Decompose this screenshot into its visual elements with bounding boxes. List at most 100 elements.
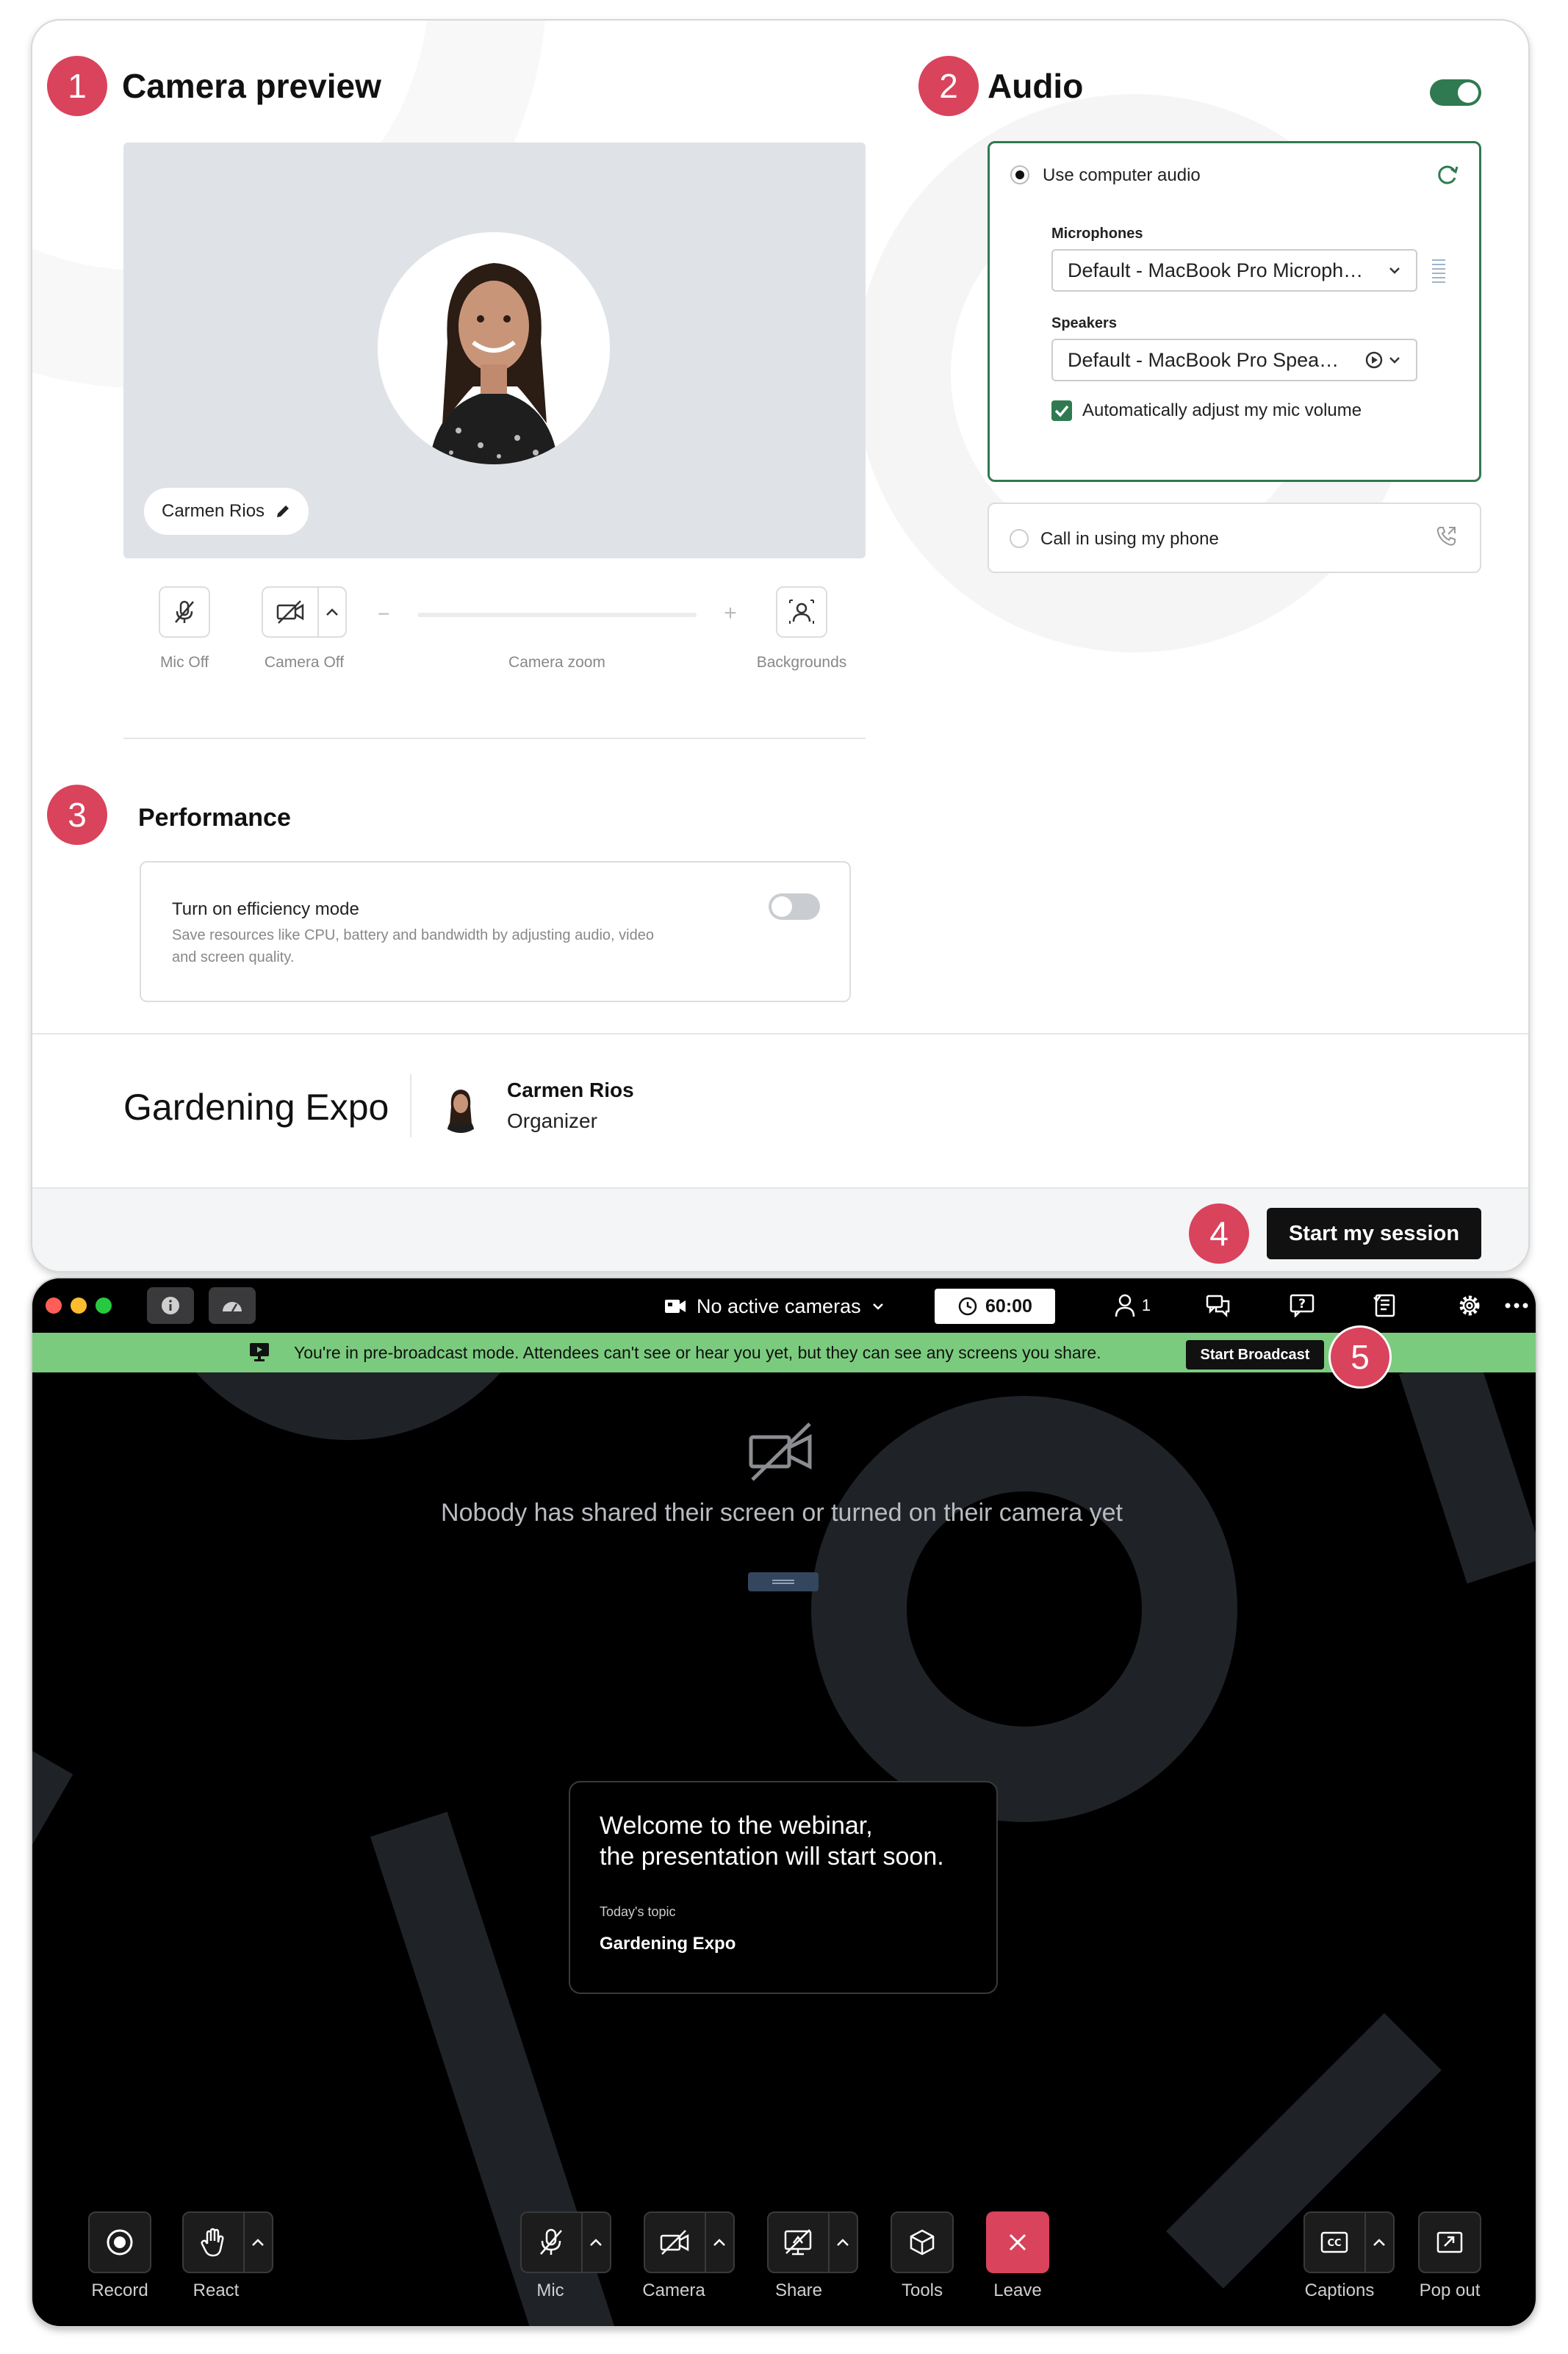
chat-button[interactable] bbox=[1195, 1287, 1242, 1324]
info-button[interactable] bbox=[147, 1287, 194, 1324]
camera-zoom-label: Camera zoom bbox=[508, 654, 605, 671]
cameras-dropdown[interactable]: No active cameras bbox=[664, 1289, 885, 1324]
camera-zoom-slider[interactable] bbox=[417, 613, 697, 617]
camera-options-caret[interactable] bbox=[317, 588, 345, 636]
camera-icon bbox=[665, 1300, 686, 1313]
cube-icon bbox=[910, 2229, 935, 2256]
pencil-icon[interactable] bbox=[275, 503, 291, 519]
camera-button[interactable] bbox=[645, 2213, 705, 2272]
mic-options-caret[interactable] bbox=[580, 2213, 610, 2272]
call-in-card[interactable]: Call in using my phone bbox=[988, 503, 1481, 573]
chat-icon bbox=[1206, 1295, 1230, 1317]
step-badge-3: 3 bbox=[47, 785, 107, 845]
computer-audio-label: Use computer audio bbox=[1043, 165, 1201, 185]
settings-button[interactable] bbox=[1446, 1287, 1493, 1324]
avatar bbox=[378, 232, 610, 464]
leave-label: Leave bbox=[993, 2281, 1042, 2300]
question-icon: ? bbox=[1290, 1294, 1315, 1317]
chevron-down-icon bbox=[1389, 357, 1400, 364]
backgrounds-icon bbox=[789, 600, 814, 624]
toggle-knob bbox=[772, 896, 792, 917]
phone-icon bbox=[1434, 525, 1458, 548]
host-name: Carmen Rios bbox=[507, 1079, 634, 1101]
pre-join-panel: 1 Camera preview Carmen Rios Mic Off Cam… bbox=[31, 19, 1530, 1273]
tools-button[interactable] bbox=[891, 2211, 954, 2273]
panel-handle[interactable] bbox=[748, 1572, 819, 1591]
pop-out-icon bbox=[1436, 2231, 1463, 2253]
qa-button[interactable]: ? bbox=[1279, 1287, 1326, 1324]
pop-out-button[interactable] bbox=[1418, 2211, 1481, 2273]
section-divider bbox=[123, 738, 866, 739]
session-timer[interactable]: 60:00 bbox=[935, 1289, 1055, 1324]
participants-button[interactable]: 1 bbox=[1101, 1287, 1164, 1324]
polls-button[interactable] bbox=[1362, 1287, 1409, 1324]
step-badge-4: 4 bbox=[1189, 1203, 1249, 1264]
info-icon bbox=[162, 1297, 179, 1314]
camera-options-caret[interactable] bbox=[704, 2213, 733, 2272]
panel-divider bbox=[32, 1033, 1528, 1034]
share-options-caret[interactable] bbox=[827, 2213, 857, 2272]
gear-icon bbox=[1459, 1295, 1480, 1316]
mic-off-icon bbox=[175, 600, 194, 623]
close-icon bbox=[1009, 2234, 1026, 2251]
tools-label: Tools bbox=[901, 2281, 943, 2300]
step-badge-1: 1 bbox=[47, 56, 107, 116]
microphone-select[interactable]: Default - MacBook Pro Microph… bbox=[1051, 249, 1417, 292]
share-label: Share bbox=[774, 2281, 823, 2300]
captions-button[interactable]: CC bbox=[1305, 2213, 1364, 2272]
person-icon bbox=[1115, 1294, 1135, 1317]
window-close-button[interactable] bbox=[46, 1297, 62, 1314]
host-role: Organizer bbox=[507, 1109, 597, 1132]
captions-options-caret[interactable] bbox=[1364, 2213, 1393, 2272]
camera-toggle-button[interactable] bbox=[263, 588, 317, 636]
call-in-radio[interactable] bbox=[1010, 529, 1029, 548]
leave-button[interactable] bbox=[986, 2211, 1049, 2273]
window-maximize-button[interactable] bbox=[96, 1297, 112, 1314]
hand-icon bbox=[201, 2228, 224, 2257]
pop-out-label: Pop out bbox=[1419, 2281, 1481, 2300]
start-session-button[interactable]: Start my session bbox=[1267, 1208, 1481, 1259]
share-button-group bbox=[767, 2211, 858, 2273]
start-broadcast-button[interactable]: Start Broadcast bbox=[1186, 1340, 1324, 1369]
captions-button-group: CC bbox=[1303, 2211, 1395, 2273]
play-icon[interactable] bbox=[1364, 350, 1384, 370]
backgrounds-label: Backgrounds bbox=[756, 654, 847, 671]
computer-audio-radio[interactable] bbox=[1010, 165, 1029, 184]
performance-button[interactable] bbox=[209, 1287, 256, 1324]
mic-toggle-button[interactable] bbox=[159, 586, 210, 638]
mic-level-icon bbox=[1431, 258, 1447, 283]
mic-button[interactable] bbox=[522, 2213, 581, 2272]
participant-count: 1 bbox=[1141, 1296, 1151, 1314]
refresh-icon[interactable] bbox=[1435, 162, 1460, 187]
zoom-minus[interactable]: − bbox=[369, 602, 398, 626]
no-video-icon bbox=[748, 1421, 814, 1483]
react-button-group bbox=[182, 2211, 273, 2273]
react-button[interactable] bbox=[184, 2213, 243, 2272]
broadcast-screen-icon bbox=[250, 1343, 269, 1361]
camera-preview-title: Camera preview bbox=[122, 67, 381, 105]
speaker-select[interactable]: Default - MacBook Pro Spea… bbox=[1051, 339, 1417, 381]
chevron-up-icon bbox=[326, 608, 338, 616]
decorative-bar bbox=[1399, 1349, 1536, 1584]
mic-off-icon bbox=[540, 2228, 563, 2255]
backgrounds-button[interactable] bbox=[776, 586, 827, 638]
topic-value: Gardening Expo bbox=[600, 1934, 736, 1954]
camera-off-label: Camera Off bbox=[264, 654, 345, 671]
audio-toggle[interactable] bbox=[1430, 79, 1481, 106]
more-options-button[interactable] bbox=[1499, 1287, 1534, 1324]
display-name-pill[interactable]: Carmen Rios bbox=[144, 488, 309, 535]
efficiency-mode-card: Turn on efficiency mode Save resources l… bbox=[140, 861, 851, 1002]
zoom-plus[interactable]: + bbox=[716, 601, 745, 626]
share-button[interactable] bbox=[769, 2213, 828, 2272]
window-minimize-button[interactable] bbox=[71, 1297, 87, 1314]
react-options-caret[interactable] bbox=[242, 2213, 272, 2272]
performance-title: Performance bbox=[138, 804, 291, 832]
record-button[interactable] bbox=[88, 2211, 151, 2273]
mic-off-label: Mic Off bbox=[159, 654, 209, 671]
speaker-value: Default - MacBook Pro Spea… bbox=[1068, 348, 1339, 371]
display-name: Carmen Rios bbox=[162, 501, 265, 521]
auto-adjust-checkbox[interactable] bbox=[1051, 400, 1072, 421]
efficiency-mode-toggle[interactable] bbox=[769, 893, 820, 920]
microphones-label: Microphones bbox=[1051, 226, 1143, 242]
timer-value: 60:00 bbox=[985, 1295, 1032, 1317]
